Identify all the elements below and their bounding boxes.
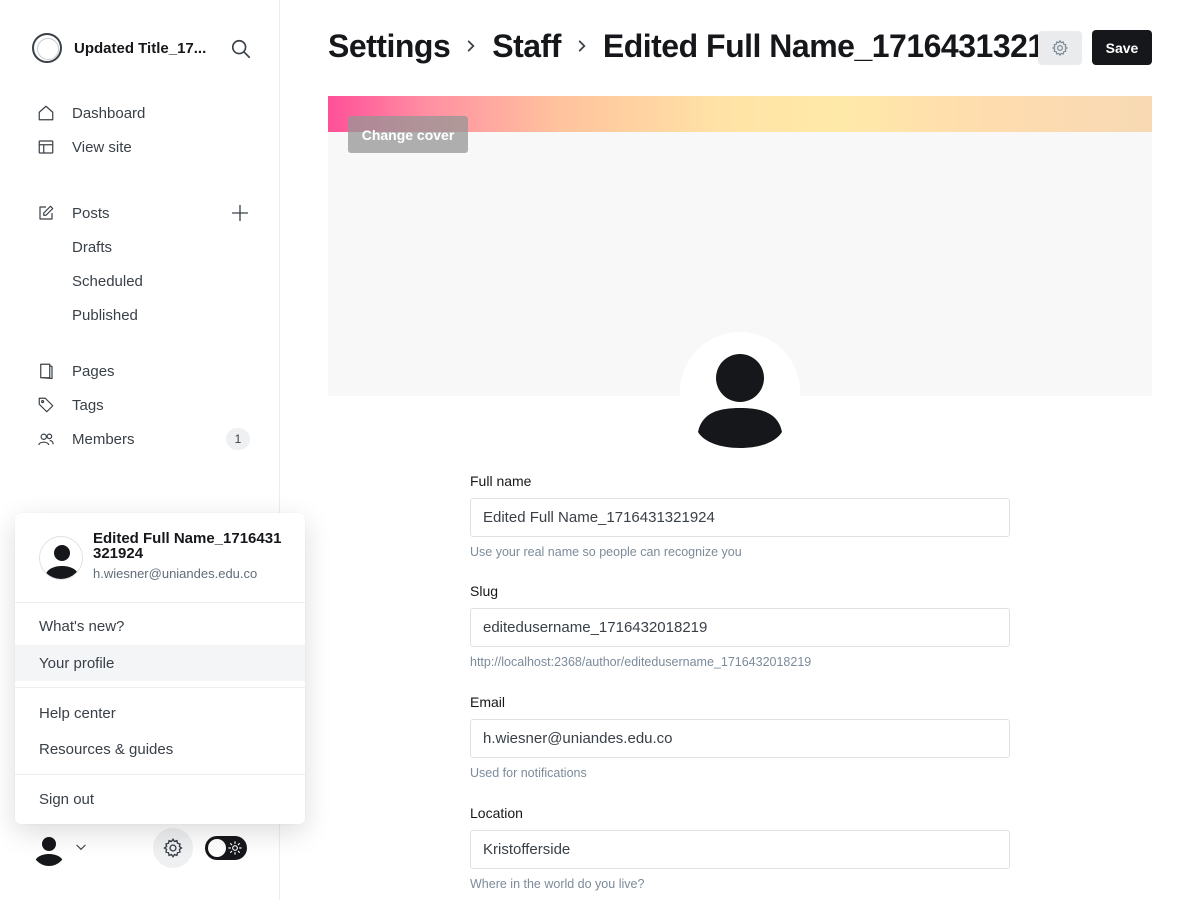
layout-icon xyxy=(36,137,56,157)
members-count-badge: 1 xyxy=(226,428,250,450)
email-input[interactable]: h.wiesner@uniandes.edu.co xyxy=(470,719,1010,758)
sun-icon xyxy=(228,841,242,855)
nav-pages[interactable]: Pages xyxy=(36,354,256,388)
nav-posts[interactable]: Posts xyxy=(36,196,256,230)
nav-scheduled-label: Scheduled xyxy=(72,272,143,290)
menu-divider xyxy=(15,602,305,603)
content-nav: Pages Tags Members 1 xyxy=(36,354,256,456)
main-nav: Dashboard View site xyxy=(36,96,256,164)
nav-scheduled[interactable]: Scheduled xyxy=(36,264,256,298)
user-menu-name: Edited Full Name_1716431321924 xyxy=(93,530,282,562)
breadcrumb-current: Edited Full Name_17164313219 xyxy=(602,27,1049,64)
slug-input[interactable]: editedusername_1716432018219 xyxy=(470,608,1010,647)
breadcrumb: Settings Staff Edited Full Name_17164313… xyxy=(328,26,1049,66)
save-button[interactable]: Save xyxy=(1092,30,1152,65)
nav-view-site[interactable]: View site xyxy=(36,130,256,164)
settings-gear-button[interactable] xyxy=(153,828,193,868)
user-menu-popup: Edited Full Name_1716431321924 h.wiesner… xyxy=(15,513,305,824)
user-menu-email: h.wiesner@uniandes.edu.co xyxy=(93,566,258,581)
user-menu-header: Edited Full Name_1716431321924 h.wiesner… xyxy=(39,529,289,599)
nav-pages-label: Pages xyxy=(72,362,115,380)
menu-divider xyxy=(15,774,305,775)
chevron-right-icon xyxy=(578,40,586,52)
user-silhouette-icon xyxy=(35,837,63,866)
menu-divider xyxy=(15,687,305,688)
full-name-input[interactable]: Edited Full Name_1716431321924 xyxy=(470,498,1010,537)
edit-icon xyxy=(36,203,56,223)
popup-avatar xyxy=(39,536,83,580)
posts-nav: Posts Drafts Scheduled Published xyxy=(36,196,256,332)
profile-avatar[interactable] xyxy=(680,332,800,452)
nav-drafts-label: Drafts xyxy=(72,238,113,256)
search-icon[interactable] xyxy=(230,38,252,60)
location-hint: Where in the world do you live? xyxy=(470,877,645,891)
menu-help-center[interactable]: Help center xyxy=(15,695,305,731)
nav-tags-label: Tags xyxy=(72,396,104,414)
menu-sign-out[interactable]: Sign out xyxy=(15,781,305,817)
plus-icon[interactable] xyxy=(230,203,250,223)
email-field: Email h.wiesner@uniandes.edu.co Used for… xyxy=(470,694,1010,780)
nav-dashboard-label: Dashboard xyxy=(72,104,146,122)
nav-posts-label: Posts xyxy=(72,204,110,222)
chevron-down-icon[interactable] xyxy=(74,840,88,854)
sidebar-footer xyxy=(32,828,252,870)
email-label: Email xyxy=(470,694,506,710)
slug-hint-url: http://localhost:2368/author/editedusern… xyxy=(470,655,812,669)
user-settings-button[interactable] xyxy=(1038,31,1082,65)
menu-whats-new[interactable]: What's new? xyxy=(15,608,305,644)
chevron-right-icon xyxy=(468,40,475,52)
page-icon xyxy=(36,361,56,381)
full-name-label: Full name xyxy=(470,473,532,489)
breadcrumb-staff[interactable]: Staff xyxy=(492,28,561,65)
nav-view-site-label: View site xyxy=(72,138,132,156)
user-avatar[interactable] xyxy=(32,832,66,866)
nav-dashboard[interactable]: Dashboard xyxy=(36,96,256,130)
tag-icon xyxy=(36,395,56,415)
full-name-field: Full name Edited Full Name_1716431321924… xyxy=(470,473,1010,559)
slug-field: Slug editedusername_1716432018219 http:/… xyxy=(470,583,1010,669)
nav-published-label: Published xyxy=(72,306,138,324)
theme-toggle[interactable] xyxy=(205,836,247,860)
breadcrumb-settings[interactable]: Settings xyxy=(328,28,451,65)
site-title: Updated Title_17... xyxy=(74,39,207,57)
nav-tags[interactable]: Tags xyxy=(36,388,256,422)
slug-label: Slug xyxy=(470,583,499,599)
nav-members[interactable]: Members 1 xyxy=(36,422,256,456)
nav-drafts[interactable]: Drafts xyxy=(36,230,256,264)
location-field: Location Kristofferside Where in the wor… xyxy=(470,805,1010,891)
gear-icon xyxy=(163,838,183,858)
home-icon xyxy=(36,103,56,123)
full-name-hint: Use your real name so people can recogni… xyxy=(470,545,742,559)
gear-icon xyxy=(1051,39,1069,57)
nav-published[interactable]: Published xyxy=(36,298,256,332)
members-icon xyxy=(36,429,56,449)
main-content: Settings Staff Edited Full Name_17164313… xyxy=(280,0,1200,900)
menu-resources-guides[interactable]: Resources & guides xyxy=(15,731,305,767)
menu-your-profile[interactable]: Your profile xyxy=(15,645,305,681)
change-cover-button[interactable]: Change cover xyxy=(348,116,468,153)
location-label: Location xyxy=(470,805,523,821)
user-silhouette-icon xyxy=(698,354,782,448)
site-brand[interactable]: Updated Title_17... xyxy=(32,32,252,64)
user-silhouette-icon xyxy=(46,545,78,579)
toggle-knob xyxy=(208,839,226,857)
location-input[interactable]: Kristofferside xyxy=(470,830,1010,869)
nav-members-label: Members xyxy=(72,430,135,448)
site-logo-icon xyxy=(32,33,62,63)
email-hint: Used for notifications xyxy=(470,766,587,780)
